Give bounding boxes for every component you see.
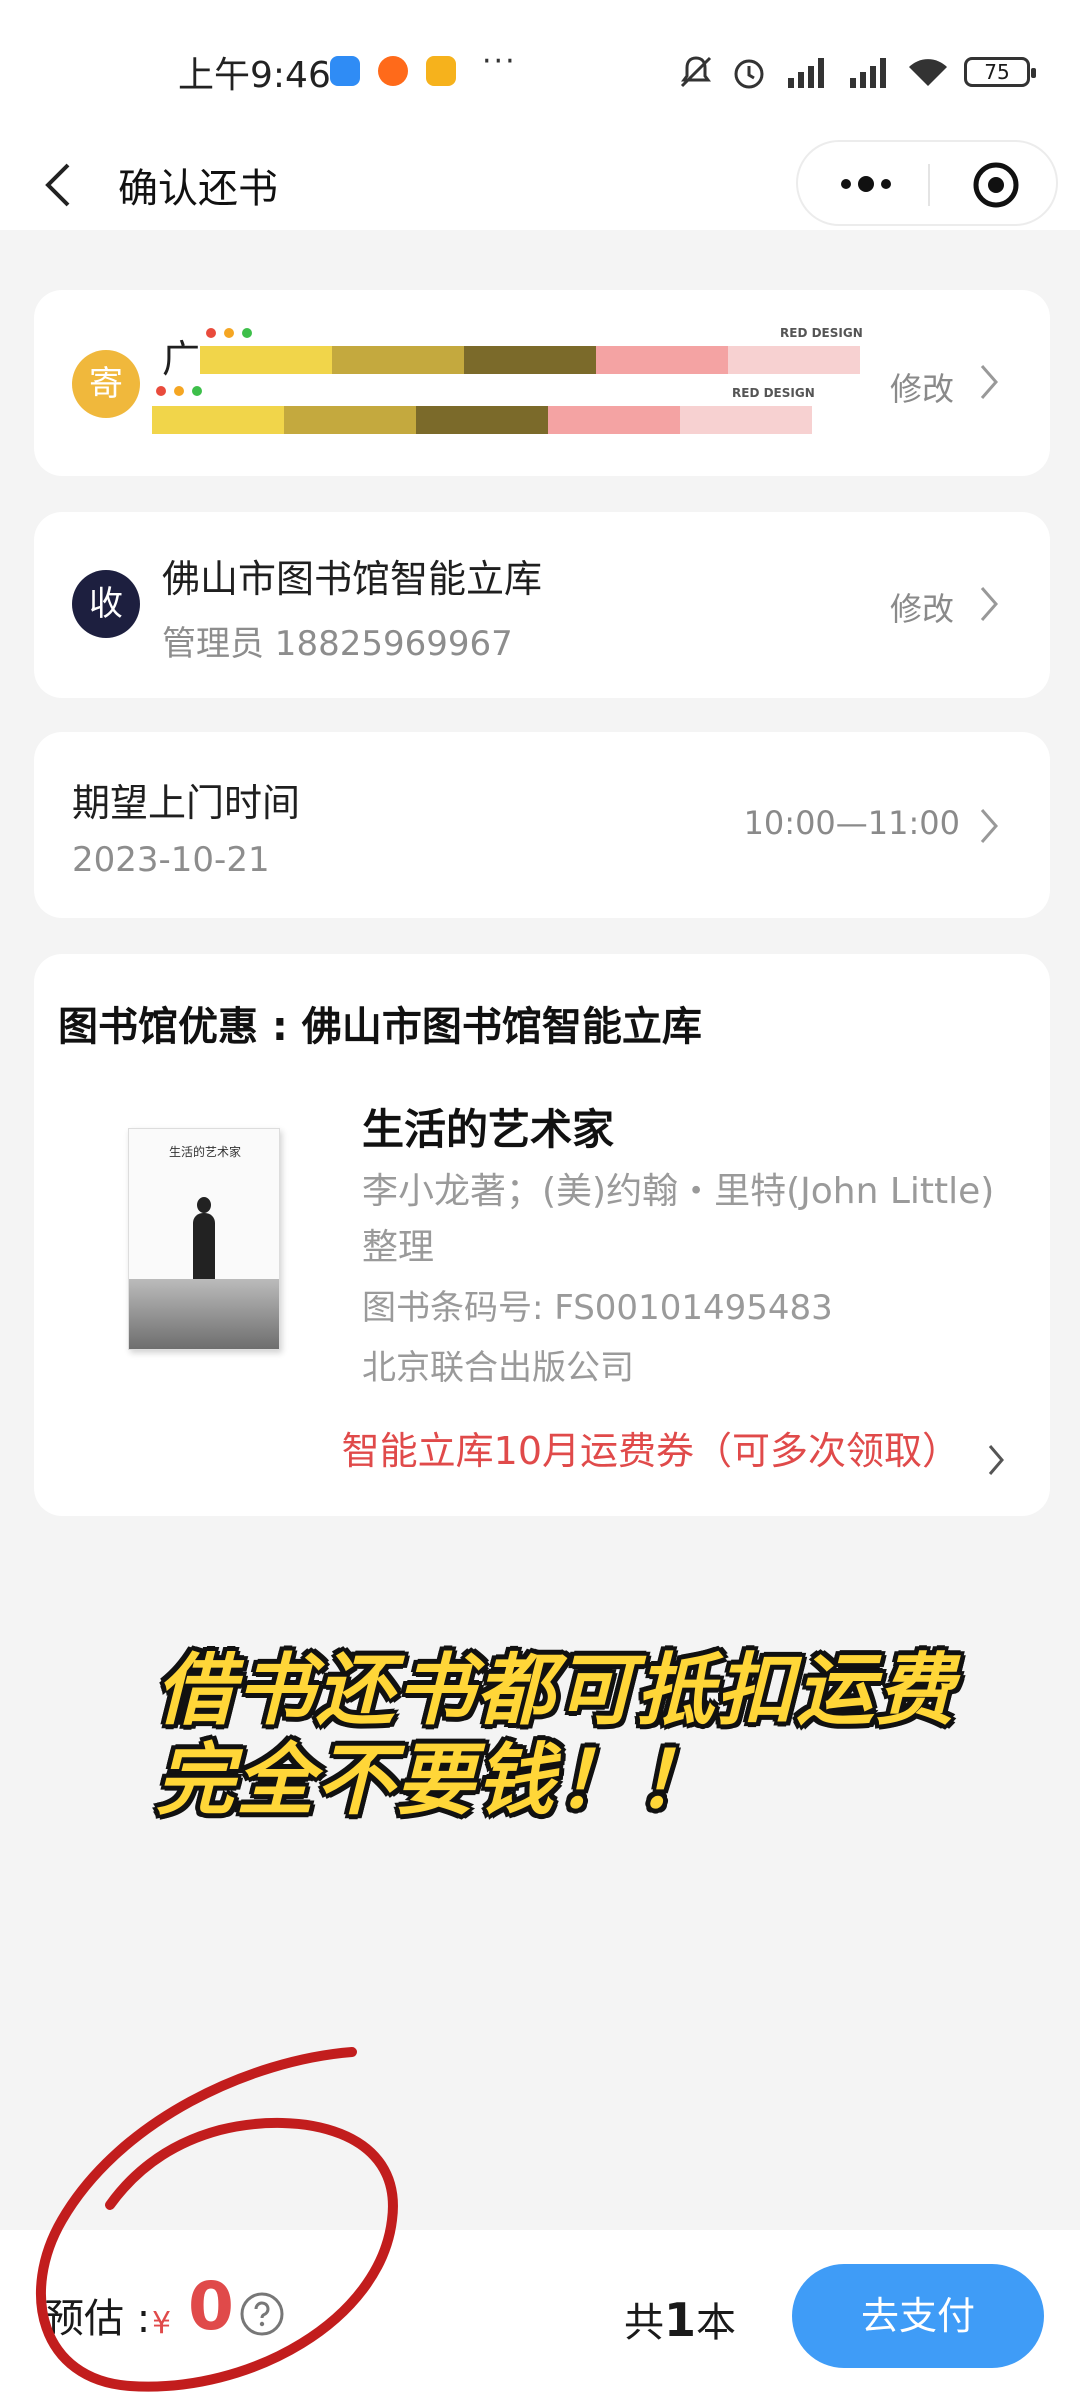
pickup-time-card[interactable]: 期望上门时间 2023-10-21 10:00—11:00: [34, 732, 1050, 918]
chevron-right-icon: [980, 365, 998, 399]
shipping-coupon-link[interactable]: 智能立库10月运费券（可多次领取）: [342, 1420, 960, 1475]
alarm-icon: [734, 59, 764, 89]
sender-name-partial: 广: [162, 337, 201, 381]
pickup-time-slot: 10:00—11:00: [743, 804, 960, 842]
cover-figure-body: [193, 1213, 215, 1283]
app-notification-icon: [378, 56, 408, 86]
overlay-caption-line2: 完全不要钱！！: [156, 1736, 717, 1826]
signal-icon: [850, 58, 886, 88]
book-count: 共1本: [624, 2290, 736, 2348]
estimate-value: 0: [188, 2268, 234, 2345]
chevron-right-icon: [980, 809, 998, 843]
receiver-contact: 管理员 18825969967: [162, 624, 513, 664]
receiver-name: 佛山市图书馆智能立库: [162, 557, 543, 601]
redaction-label: RED DESIGN: [780, 326, 863, 340]
sender-card[interactable]: 寄 广 RED DESIGN RED DESIGN 修改: [34, 290, 1050, 476]
status-time: 上午9:46: [178, 55, 331, 96]
book-cover-image: 生活的艺术家: [128, 1128, 280, 1350]
receiver-badge: 收: [72, 570, 140, 638]
chevron-right-icon: [988, 1445, 1004, 1475]
pay-button[interactable]: 去支付: [792, 2264, 1044, 2368]
checkout-bar: 预估 : ¥ 0 共1本 去支付: [0, 2230, 1080, 2400]
nav-bar: 确认还书: [0, 140, 1080, 230]
chevron-right-icon: [980, 587, 998, 621]
battery-icon: 75: [964, 57, 1036, 87]
count-prefix: 共: [624, 2300, 664, 2346]
pickup-time-title: 期望上门时间: [72, 781, 301, 825]
more-notifications-icon: ···: [482, 44, 517, 79]
receiver-card[interactable]: 收 佛山市图书馆智能立库 管理员 18825969967 修改: [34, 512, 1050, 698]
more-options-icon[interactable]: [834, 162, 898, 206]
app-notification-icon: [426, 56, 456, 86]
app-notification-icon: [330, 56, 360, 86]
book-publisher: 北京联合出版公司: [362, 1348, 634, 1388]
status-icons: 75: [676, 50, 1036, 94]
capsule-divider: [928, 164, 930, 206]
count-value: 1: [664, 2293, 697, 2347]
edit-receiver-link[interactable]: 修改: [890, 584, 954, 630]
mini-program-capsule: [796, 140, 1058, 226]
signal-icon: [788, 58, 824, 88]
book-title: 生活的艺术家: [362, 1105, 615, 1154]
cover-ground: [129, 1279, 279, 1349]
status-bar: 上午9:46 ··· 75: [0, 0, 1080, 140]
currency-symbol: ¥: [152, 2306, 172, 2341]
mute-icon: [680, 56, 712, 88]
count-suffix: 本: [696, 2300, 737, 2346]
library-book-card: 图书馆优惠 : 佛山市图书馆智能立库 生活的艺术家 生活的艺术家 李小龙著；(美…: [34, 954, 1050, 1516]
redaction-label: RED DESIGN: [732, 386, 815, 400]
library-discount-title: 图书馆优惠 : 佛山市图书馆智能立库: [58, 1004, 702, 1050]
redaction-dots: [156, 386, 202, 396]
book-cover-title: 生活的艺术家: [169, 1145, 242, 1159]
pickup-date: 2023-10-21: [72, 840, 270, 880]
help-icon[interactable]: [238, 2290, 286, 2338]
estimate-label: 预估 :: [44, 2296, 151, 2342]
book-author: 李小龙著；(美)约翰・里特(John Little)整理: [362, 1171, 995, 1268]
back-arrow-icon[interactable]: [38, 140, 78, 230]
wifi-icon: [909, 59, 947, 86]
close-mini-program-icon[interactable]: [972, 161, 1020, 209]
redaction-dots: [206, 328, 252, 338]
book-barcode: 图书条码号: FS00101495483: [362, 1288, 833, 1328]
page-title: 确认还书: [118, 166, 278, 212]
cover-figure-head: [197, 1197, 211, 1213]
edit-sender-link[interactable]: 修改: [890, 364, 954, 410]
redacted-sender-name: [200, 346, 860, 374]
redacted-sender-contact: [152, 406, 812, 434]
sender-badge: 寄: [72, 350, 140, 418]
